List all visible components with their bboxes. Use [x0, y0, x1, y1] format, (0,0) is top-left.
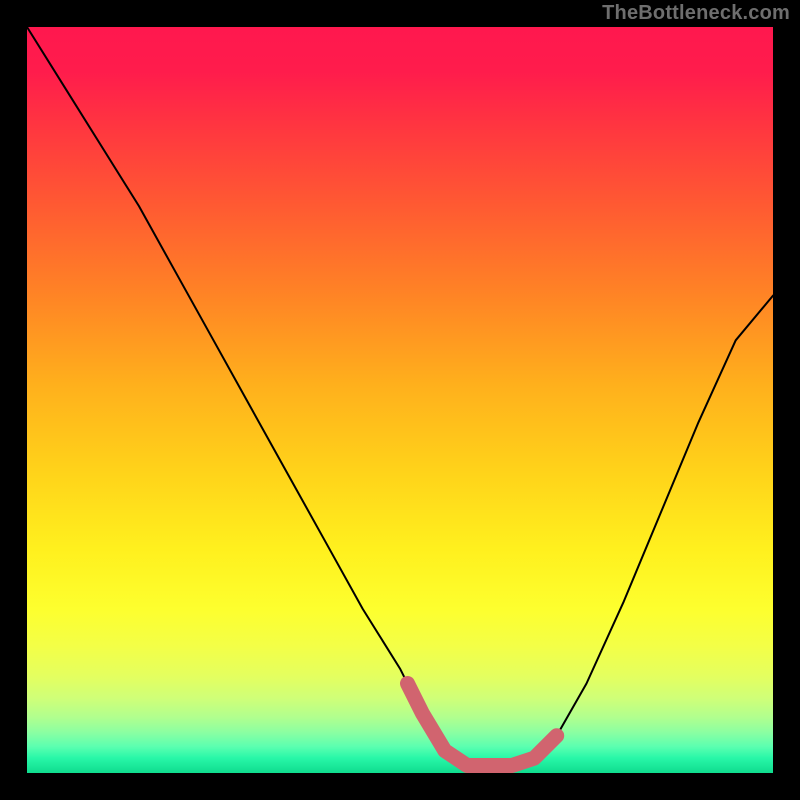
- chart-frame: TheBottleneck.com: [0, 0, 800, 800]
- watermark-text: TheBottleneck.com: [602, 2, 790, 25]
- curve-line: [27, 27, 773, 766]
- curve-optimal-band: [408, 684, 557, 766]
- plot-area: [27, 27, 773, 773]
- bottleneck-curve: [27, 27, 773, 773]
